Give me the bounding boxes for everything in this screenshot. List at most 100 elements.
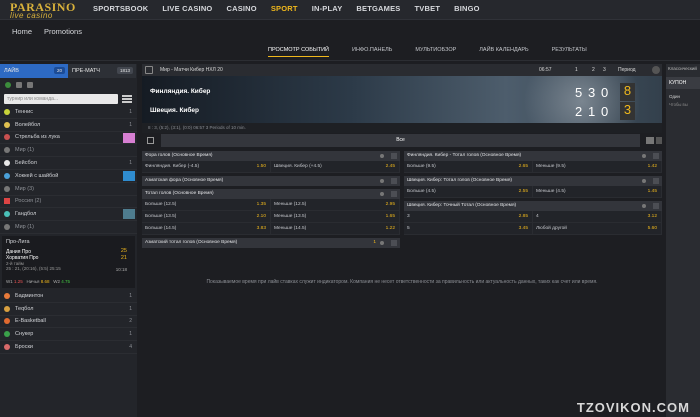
market-header[interactable]: Азиатский тотал голов (Основное Время) 1 (142, 238, 400, 248)
sidebar-filter-icons (0, 78, 137, 92)
nav-bingo[interactable]: BINGO (454, 4, 480, 13)
odd-cell[interactable]: 5 3.45 (404, 223, 533, 234)
market-header[interactable]: Азиатская фора (Основное Время) (142, 176, 400, 186)
odd-label: Меньше (13.5) (274, 214, 307, 219)
expand-icon[interactable] (123, 170, 135, 181)
tab-events[interactable]: ПРОСМОТР СОБЫТИЙ (268, 47, 329, 57)
odd-cell[interactable]: Меньше (13.5) 1.65 (271, 211, 400, 222)
tab-info-panel[interactable]: ИНФО.ПАНЕЛЬ (352, 47, 392, 57)
pin-icon[interactable] (642, 204, 646, 208)
sidebar-item-baseball[interactable]: Бейсбол 1 (0, 157, 137, 170)
odd-cell[interactable]: Любой другой 5.60 (533, 223, 662, 234)
collapse-icon[interactable] (391, 153, 397, 159)
pin-icon[interactable] (380, 241, 384, 245)
prematch-tab[interactable]: ПРЕ-МАТЧ 1813 (68, 64, 136, 78)
sidebar-subitem-world[interactable]: Мир (1) (0, 144, 137, 158)
sidebar-subitem-russia[interactable]: Россия (2) (0, 196, 137, 209)
pin-icon[interactable] (380, 192, 384, 196)
market-header[interactable]: Фора голов (Основное Время) (142, 151, 400, 161)
sidebar-item-ebasketball[interactable]: E-Basketball 2 (0, 316, 137, 329)
tab-live-calendar[interactable]: ЛАЙВ КАЛЕНДАРЬ (479, 47, 528, 57)
star-icon[interactable] (147, 137, 154, 144)
odd-label: Меньше (12.5) (274, 202, 307, 207)
sidebar-item-volleyball[interactable]: Волейбол 1 (0, 119, 137, 132)
list-icon[interactable] (27, 82, 33, 88)
pin-icon[interactable] (642, 154, 646, 158)
favorite-icon[interactable] (145, 66, 153, 74)
odd-cell[interactable]: Больше (14.5) 3.83 (142, 223, 271, 234)
pin-icon[interactable] (380, 179, 384, 183)
nav-in-play[interactable]: IN-PLAY (312, 4, 343, 13)
search-input[interactable]: турнир или команда... (4, 94, 118, 104)
odd-cell[interactable]: Больше (13.5) 2.10 (142, 211, 271, 222)
subnav-home[interactable]: Home (12, 27, 32, 36)
sports-icon[interactable] (5, 82, 11, 88)
odd-cell[interactable]: Меньше (4.5) 1.45 (533, 186, 662, 197)
odd-value: 1.42 (647, 164, 657, 169)
odd-w2[interactable]: 4.75 (61, 279, 70, 284)
odd-cell[interactable]: Больше (9.5) 2.65 (404, 161, 533, 172)
market-header[interactable]: Тотал голов (Основное Время) (142, 189, 400, 199)
filter-all-button[interactable]: Все (161, 134, 640, 147)
sidebar-item-handball[interactable]: Гандбол (0, 208, 137, 222)
slip-type[interactable]: Один (666, 91, 700, 102)
nav-sportsbook[interactable]: SPORTSBOOK (93, 4, 148, 13)
sidebar-item-ice-hockey[interactable]: Хоккей с шайбой (0, 170, 137, 183)
nav-betgames[interactable]: BETGAMES (356, 4, 400, 13)
sidebar-subitem-world[interactable]: Мир (3) (0, 183, 137, 196)
coupon-button[interactable]: КУПОН (666, 77, 700, 89)
expand-icon[interactable] (123, 132, 135, 143)
menu-icon[interactable] (122, 95, 132, 103)
odd-cell[interactable]: 3 2.85 (404, 211, 533, 222)
odd-w1[interactable]: 1.25 (14, 279, 23, 284)
odd-cell[interactable]: Меньше (14.5) 1.22 (271, 223, 400, 234)
market-header[interactable]: Швеция. Кибер: Тотал голов (Основное Вре… (404, 176, 662, 186)
collapse-icon[interactable] (653, 203, 659, 209)
columns-icon[interactable] (656, 137, 662, 144)
odd-cell[interactable]: Меньше (12.5) 2.95 (271, 199, 400, 210)
sidebar-item-teqball[interactable]: Теqбол 1 (0, 303, 137, 316)
pin-icon[interactable] (380, 154, 384, 158)
live-tab[interactable]: ЛАЙВ 20 (0, 64, 68, 78)
sidebar-item-archery[interactable]: Стрельба из лука (0, 132, 137, 145)
slip-mode[interactable]: Классический (666, 64, 700, 73)
collapse-icon[interactable] (653, 178, 659, 184)
pin-icon[interactable] (642, 179, 646, 183)
collapse-icon[interactable] (391, 191, 397, 197)
odd-cell[interactable]: Больше (12.5) 1.35 (142, 199, 271, 210)
main-nav: SPORTSBOOK LIVE CASINO CASINO SPORT IN-P… (93, 4, 494, 13)
nav-casino[interactable]: CASINO (226, 4, 256, 13)
expand-icon[interactable] (123, 209, 135, 220)
event-header: Мир - Матчи Кибер НХЛ 20 06:57 1 2 3 Пер… (142, 64, 662, 76)
grid-icon[interactable] (646, 137, 654, 144)
market-header[interactable]: Финляндия. Кибер - Тотал голов (Основное… (404, 151, 662, 161)
monitor-icon[interactable] (16, 82, 22, 88)
sidebar-item-badminton[interactable]: Бадминтон 1 (0, 290, 137, 303)
nav-tvbet[interactable]: TVBET (415, 4, 441, 13)
live-match-card[interactable]: Про-Лига Дания Про Хорватия Про 2-й тайм… (2, 235, 135, 288)
sidebar-item-snooker[interactable]: Снукер 1 (0, 328, 137, 342)
nav-sport[interactable]: SPORT (271, 4, 298, 13)
odd-cell[interactable]: Швеция. Кибер (+4.5) 2.45 (271, 161, 400, 172)
sidebar-item-throws[interactable]: Броски 4 (0, 341, 137, 354)
subnav-promotions[interactable]: Promotions (44, 27, 82, 36)
odd-value: 2.55 (518, 189, 528, 194)
odd-x[interactable]: 8.68 (41, 279, 50, 284)
odd-cell[interactable]: Меньше (9.5) 1.42 (533, 161, 662, 172)
expand-icon[interactable] (391, 240, 397, 246)
tab-multiview[interactable]: МУЛЬТИОБЗОР (415, 47, 456, 57)
sidebar-subitem-world[interactable]: Мир (1) (0, 221, 137, 234)
sidebar-item-count: 1 (129, 292, 132, 299)
nav-live-casino[interactable]: LIVE CASINO (162, 4, 212, 13)
odd-cell[interactable]: Больше (4.5) 2.55 (404, 186, 533, 197)
tab-results[interactable]: РЕЗУЛЬТАТЫ (552, 47, 587, 57)
sidebar-item-tennis[interactable]: Теннис 1 (0, 106, 137, 119)
close-icon[interactable] (652, 66, 660, 74)
collapse-icon[interactable] (653, 153, 659, 159)
expand-icon[interactable] (391, 178, 397, 184)
brand-logo[interactable]: PARASINO live casino (10, 1, 80, 20)
market-header[interactable]: Швеция. Кибер: Точный Тотал (Основное Вр… (404, 201, 662, 211)
odd-label: Финляндия. Кибер (-4.5) (145, 164, 200, 169)
odd-cell[interactable]: 4 3.12 (533, 211, 662, 222)
odd-cell[interactable]: Финляндия. Кибер (-4.5) 1.50 (142, 161, 271, 172)
